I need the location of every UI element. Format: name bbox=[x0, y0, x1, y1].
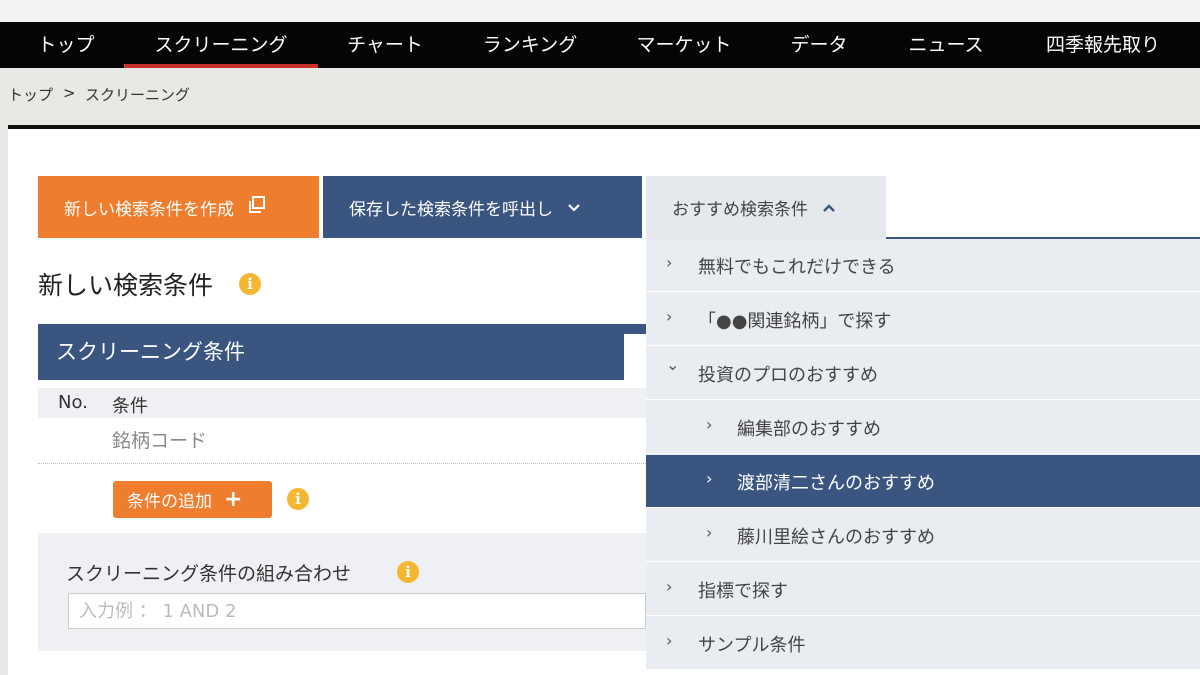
load-saved-search-button[interactable]: 保存した検索条件を呼出し bbox=[323, 176, 642, 238]
chevron-right-icon: › bbox=[666, 631, 673, 650]
chevron-right-icon: › bbox=[666, 253, 673, 272]
dropdown-item-label: 「●●関連銘柄」で探す bbox=[698, 311, 892, 332]
conditions-header: スクリーニング条件 bbox=[38, 324, 646, 380]
new-search-button[interactable]: 新しい検索条件を作成 bbox=[38, 176, 319, 238]
column-no: No. bbox=[58, 392, 88, 413]
chevron-right-icon: › bbox=[666, 307, 673, 326]
dropdown-item-indicators[interactable]: › 指標で探す bbox=[646, 563, 1200, 616]
column-condition: 条件 bbox=[112, 396, 148, 417]
dropdown-subitem-watanabe[interactable]: › 渡部清二さんのおすすめ bbox=[646, 455, 1200, 508]
recommended-search-tab[interactable]: おすすめ検索条件 bbox=[646, 176, 886, 239]
recommended-dropdown: › 無料でもこれだけできる › 「●●関連銘柄」で探す ⌄ 投資のプロのおすすめ… bbox=[646, 239, 1200, 670]
chevron-right-icon: › bbox=[706, 523, 713, 542]
chevron-down-icon: ⌄ bbox=[666, 355, 680, 374]
combination-panel bbox=[38, 533, 646, 651]
info-icon[interactable]: i bbox=[239, 273, 261, 295]
top-strip bbox=[0, 0, 1200, 22]
chevron-right-icon: › bbox=[666, 577, 673, 596]
nav-item-screening[interactable]: スクリーニング bbox=[124, 22, 318, 68]
nav-item-ranking[interactable]: ランキング bbox=[468, 22, 592, 68]
nav-item-news[interactable]: ニュース bbox=[892, 22, 1000, 68]
combination-title: スクリーニング条件の組み合わせ bbox=[66, 563, 352, 585]
breadcrumb-top-link[interactable]: トップ bbox=[8, 84, 53, 105]
chevron-up-icon bbox=[822, 198, 836, 217]
add-condition-label: 条件の追加 bbox=[127, 492, 212, 512]
dropdown-item-label: 投資のプロのおすすめ bbox=[698, 365, 878, 386]
breadcrumb-current: スクリーニング bbox=[85, 86, 191, 104]
dropdown-item-label: 渡部清二さんのおすすめ bbox=[737, 473, 935, 494]
dropdown-item-label: 藤川里絵さんのおすすめ bbox=[737, 527, 935, 548]
nav-item-shikiho[interactable]: 四季報先取り bbox=[1030, 22, 1176, 68]
global-nav: トップ スクリーニング チャート ランキング マーケット データ ニュース 四季… bbox=[0, 22, 1200, 68]
new-search-label: 新しい検索条件を作成 bbox=[64, 199, 234, 220]
plus-icon: + bbox=[224, 487, 243, 512]
dropdown-item-free[interactable]: › 無料でもこれだけできる bbox=[646, 239, 1200, 292]
dropdown-item-related-stocks[interactable]: › 「●●関連銘柄」で探す bbox=[646, 293, 1200, 346]
info-icon[interactable]: i bbox=[397, 561, 419, 583]
dropdown-subitem-fujikawa[interactable]: › 藤川里絵さんのおすすめ bbox=[646, 509, 1200, 562]
chevron-right-icon: › bbox=[706, 469, 713, 488]
row-divider bbox=[38, 463, 646, 464]
nav-item-chart[interactable]: チャート bbox=[330, 22, 440, 68]
breadcrumb-separator: > bbox=[63, 84, 76, 102]
recommended-label: おすすめ検索条件 bbox=[672, 200, 808, 220]
chevron-down-icon bbox=[567, 198, 581, 217]
nav-item-market[interactable]: マーケット bbox=[622, 22, 746, 68]
dropdown-item-label: 指標で探す bbox=[698, 581, 788, 602]
combination-input[interactable] bbox=[68, 593, 646, 629]
dropdown-item-label: サンプル条件 bbox=[698, 635, 806, 656]
dropdown-item-label: 編集部のおすすめ bbox=[737, 419, 881, 440]
dropdown-item-sample[interactable]: › サンプル条件 bbox=[646, 617, 1200, 670]
load-saved-label: 保存した検索条件を呼出し bbox=[349, 199, 553, 220]
page-title: 新しい検索条件 bbox=[38, 271, 214, 300]
add-condition-button[interactable]: 条件の追加 + bbox=[113, 481, 272, 518]
dropdown-subitem-editorial[interactable]: › 編集部のおすすめ bbox=[646, 401, 1200, 454]
chevron-right-icon: › bbox=[706, 415, 713, 434]
conditions-header-gap bbox=[624, 334, 646, 380]
info-icon[interactable]: i bbox=[287, 488, 309, 510]
copy-window-icon bbox=[248, 196, 266, 218]
condition-row-stock-code[interactable]: 銘柄コード bbox=[112, 426, 207, 453]
dropdown-item-pro-picks[interactable]: ⌄ 投資のプロのおすすめ bbox=[646, 347, 1200, 400]
conditions-column-header: No. 条件 bbox=[38, 388, 646, 418]
nav-item-top[interactable]: トップ bbox=[24, 22, 108, 68]
dropdown-item-label: 無料でもこれだけできる bbox=[698, 257, 896, 278]
nav-item-data[interactable]: データ bbox=[776, 22, 862, 68]
